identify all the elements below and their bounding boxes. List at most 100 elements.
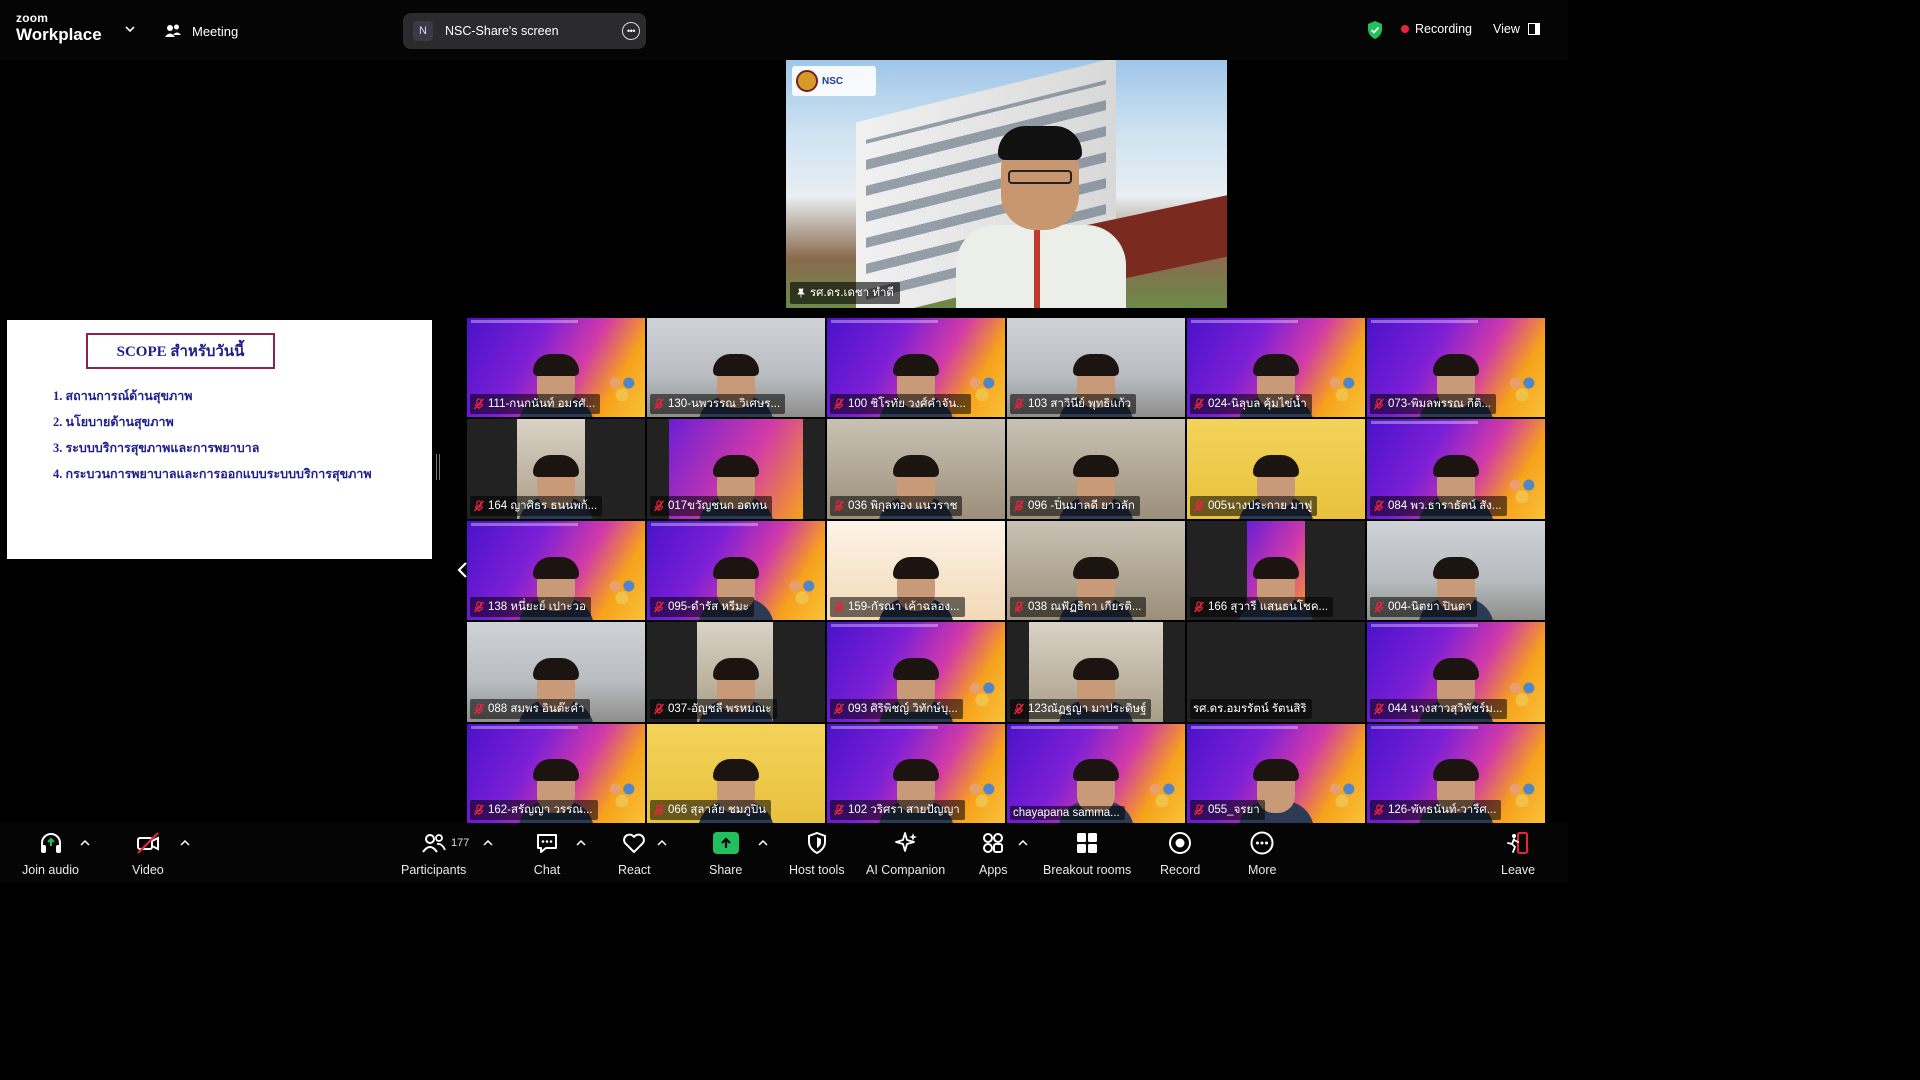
participant-tile[interactable]: 166 สุวารี แสนธนโชค... [1187, 520, 1365, 621]
participant-tile[interactable]: 017ขวัญชนก อดทน [647, 419, 825, 519]
participant-tile[interactable]: 024-นิลุบล คุ้มไข่น้ำ [1187, 318, 1365, 418]
participant-tile[interactable]: 037-อัญชลี พรหมณะ [647, 622, 825, 722]
share-label: Share [709, 863, 743, 877]
chat-button[interactable]: Chat [533, 829, 561, 877]
participant-name: 164 ญาศิธร ธนนพก้... [488, 499, 598, 512]
participant-name: 017ขวัญชนก อดทน [668, 499, 767, 512]
participant-nameplate: 111-กนกนันท์ อมรศั... [470, 394, 601, 415]
mic-muted-icon [1013, 398, 1025, 410]
participant-tile[interactable]: chayapana samma... [1007, 723, 1185, 823]
participant-tile[interactable]: 123ณัฏฐญา มาประดิษฐ์ [1007, 622, 1185, 722]
participant-name: 004-นิตยา ปินตา [1388, 601, 1472, 614]
video-options-chevron-icon[interactable] [180, 839, 190, 847]
participant-nameplate: 093 ศิริพิชญ์ วิทักษ์บุ... [830, 698, 963, 719]
participant-nameplate: 017ขวัญชนก อดทน [650, 495, 772, 516]
recording-dot-icon [1401, 25, 1409, 33]
participant-tile[interactable]: 138 หนึ่ยะย์ เปาะวอ [467, 520, 645, 621]
participant-tile[interactable]: 162-สรัญญา วรรณ... [467, 723, 645, 823]
mic-muted-icon [653, 804, 665, 816]
leave-button[interactable]: Leave [1501, 829, 1535, 877]
participant-tile[interactable]: 159-กัรณา เค้าฉลอง... [827, 520, 1005, 621]
participant-name: 044 นางสาวสุวิพัชร์ม... [1388, 702, 1503, 715]
cartoon-decoration [1145, 777, 1179, 807]
react-button[interactable]: React [618, 829, 651, 877]
host-tools-button[interactable]: Host tools [789, 829, 845, 877]
participant-tile[interactable]: 111-กนกนันท์ อมรศั... [467, 318, 645, 418]
participant-tile[interactable]: 084 พว.ธาราธัตน์ สัง... [1367, 419, 1545, 519]
participant-name: 111-กนกนันท์ อมรศั... [488, 398, 596, 411]
participant-tile[interactable]: 126-พัทธนันท์-วารีศ... [1367, 723, 1545, 823]
chat-options-chevron-icon[interactable] [576, 839, 586, 847]
participant-nameplate: 162-สรัญญา วรรณ... [470, 800, 598, 820]
cartoon-decoration [965, 777, 999, 807]
screen-share-indicator[interactable]: N NSC-Share's screen ••• [403, 13, 646, 49]
mic-muted-icon [1373, 601, 1385, 613]
react-options-chevron-icon[interactable] [657, 839, 667, 847]
pin-icon [797, 288, 805, 298]
mic-muted-icon [653, 500, 665, 512]
participant-tile[interactable]: 095-ดำรัส หรีมะ [647, 520, 825, 621]
participant-tile[interactable]: 004-นิตยา ปินตา [1367, 520, 1545, 621]
participant-tile[interactable]: 038 ณฟัฏธิกา เกียรติ... [1007, 520, 1185, 621]
participant-nameplate: 123ณัฏฐญา มาประดิษฐ์ [1010, 698, 1152, 719]
participant-tile[interactable]: 096 -ปิ่นมาลดี ยาวลัก [1007, 419, 1185, 519]
mic-muted-icon [833, 398, 845, 410]
split-view-resize-handle[interactable] [436, 454, 440, 480]
breakout-rooms-button[interactable]: Breakout rooms [1043, 829, 1131, 877]
mic-muted-icon [1373, 702, 1385, 715]
more-button[interactable]: More [1248, 829, 1276, 877]
apps-button[interactable]: Apps [979, 829, 1008, 877]
participant-tile[interactable]: 073-พิมลพรรณ กิติ... [1367, 318, 1545, 418]
participant-tile[interactable]: 044 นางสาวสุวิพัชร์ม... [1367, 622, 1545, 722]
participant-nameplate: 100 ชิโรทัย วงศ์คำจัน... [830, 394, 971, 415]
top-bar: zoom Workplace Meeting N NSC-Share's scr… [0, 0, 1568, 60]
participant-tile[interactable]: 130-นพวรรณ วิเศษร... [647, 318, 825, 418]
video-label: Video [132, 863, 164, 877]
participant-tile[interactable]: 066 สุลาลัย ชมภูปิน [647, 723, 825, 823]
participant-name: 126-พัทธนันท์-วารีศ... [1388, 804, 1497, 816]
speaker-person [956, 126, 1126, 308]
zoom-workplace-logo[interactable]: zoom Workplace [16, 12, 102, 43]
brand-zoom: zoom [16, 11, 49, 25]
video-button[interactable]: Video [132, 829, 164, 877]
share-screen-icon [712, 832, 739, 854]
participant-tile[interactable]: 102 วริศรา สายปัญญา [827, 723, 1005, 823]
join-audio-button[interactable]: Join audio [22, 829, 79, 877]
participant-nameplate: 038 ณฟัฏธิกา เกียรติ... [1010, 597, 1147, 618]
participant-nameplate: 095-ดำรัส หรีมะ [650, 597, 754, 618]
participant-tile[interactable]: 036 พิกุลทอง แนวราช [827, 419, 1005, 519]
participant-name: 103 สาวินีย์ พุทธิแก้ว [1028, 398, 1132, 411]
meeting-info-button[interactable]: Meeting [164, 22, 238, 40]
participant-tile[interactable]: 103 สาวินีย์ พุทธิแก้ว [1007, 318, 1185, 418]
record-button[interactable]: Record [1160, 829, 1200, 877]
participant-tile[interactable]: 088 สมพร อินต๊ะคำ [467, 622, 645, 722]
participants-options-chevron-icon[interactable] [483, 839, 493, 847]
participant-tile[interactable]: 093 ศิริพิชญ์ วิทักษ์บุ... [827, 622, 1005, 722]
participant-tile[interactable]: 100 ชิโรทัย วงศ์คำจัน... [827, 318, 1005, 418]
participant-tile[interactable]: รศ.ดร.อมรรัตน์ รัตนสิริ [1187, 622, 1365, 722]
active-speaker-video[interactable]: NSC รศ.ดร.เดชา ทำดี [786, 60, 1227, 308]
ai-companion-button[interactable]: AI Companion [866, 829, 945, 877]
participant-name: chayapana samma... [1013, 807, 1120, 819]
audio-options-chevron-icon[interactable] [80, 839, 90, 847]
encryption-shield-icon[interactable] [1366, 20, 1384, 40]
share-options-chevron-icon[interactable] [758, 839, 768, 847]
slide-list-item: 1. สถานการณ์ด้านสุขภาพ [53, 389, 193, 403]
cartoon-decoration [1325, 371, 1359, 402]
more-options-icon[interactable]: ••• [622, 22, 640, 40]
participant-nameplate: 159-กัรณา เค้าฉลอง... [830, 597, 965, 618]
heart-icon [623, 833, 646, 853]
participant-gallery: 111-กนกนันท์ อมรศั... 130-นพวรรณ วิเศษร..… [467, 318, 1545, 823]
shield-icon [807, 831, 826, 855]
participant-tile[interactable]: 005นางประกาย มาฟู [1187, 419, 1365, 519]
mic-muted-icon [473, 804, 485, 816]
recording-indicator[interactable]: Recording [1401, 22, 1472, 36]
apps-options-chevron-icon[interactable] [1018, 839, 1028, 847]
participant-tile[interactable]: 055_จรยา [1187, 723, 1365, 823]
participant-tile[interactable]: 164 ญาศิธร ธนนพก้... [467, 419, 645, 519]
host-tools-label: Host tools [789, 863, 845, 877]
chevron-down-icon[interactable] [124, 23, 136, 35]
share-button[interactable]: Share [709, 829, 742, 877]
participant-nameplate: 055_จรยา [1190, 800, 1265, 820]
view-button[interactable]: View [1493, 22, 1540, 36]
